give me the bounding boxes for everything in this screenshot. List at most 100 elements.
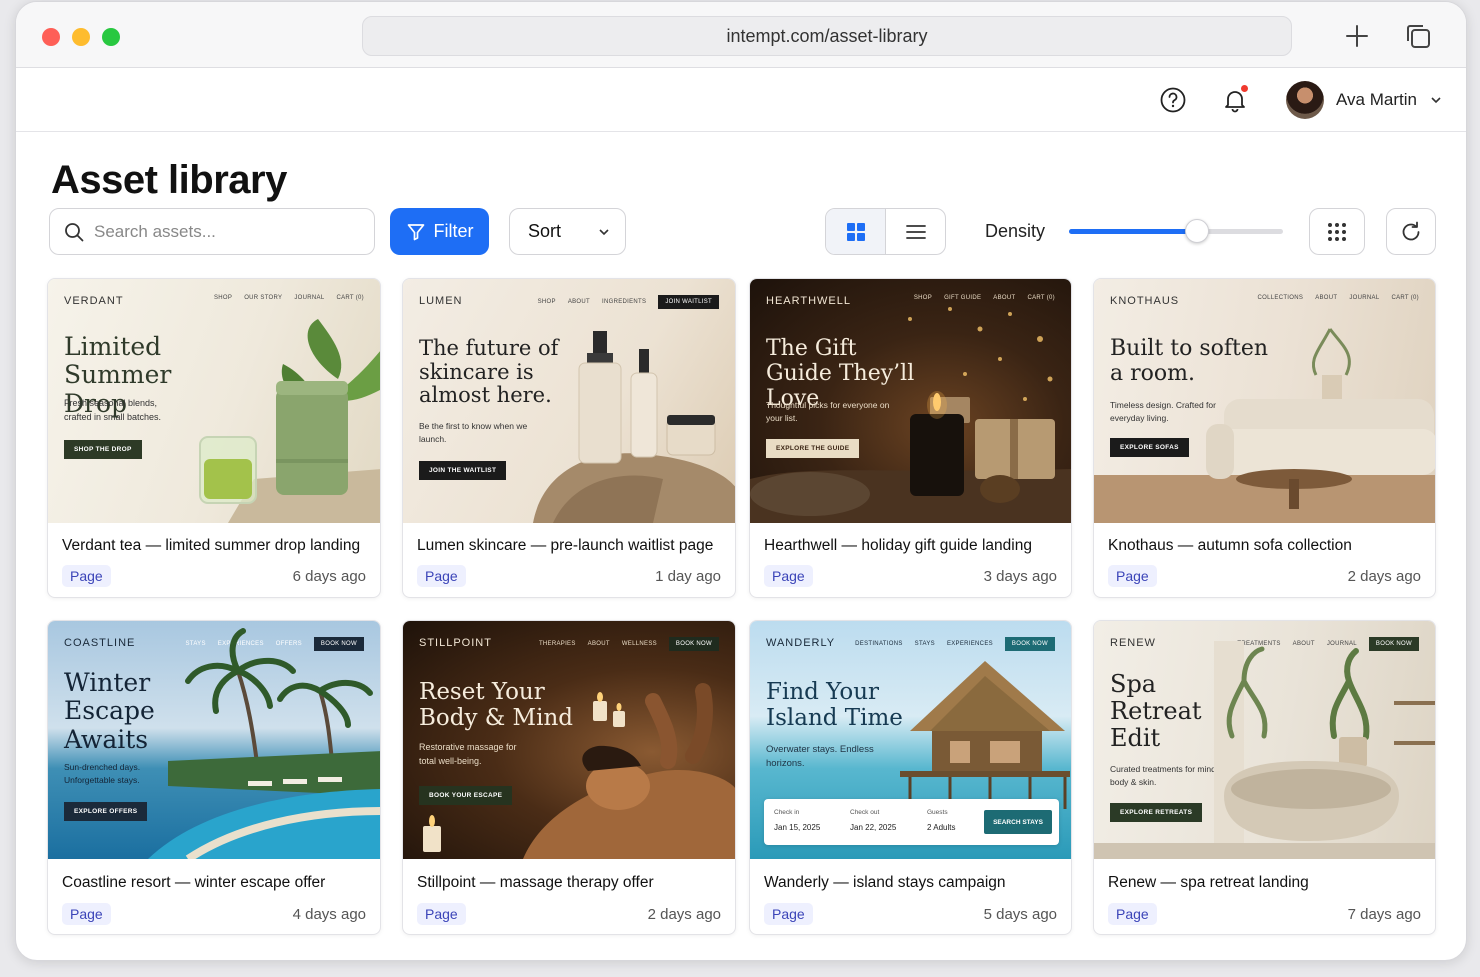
app-header: Ava Martin (16, 68, 1466, 132)
maximize-window-button[interactable] (102, 28, 120, 46)
chevron-down-icon (1431, 97, 1441, 104)
refresh-button[interactable] (1386, 208, 1436, 255)
preview-nav: SHOP OUR STORY JOURNAL CART (0) (214, 295, 364, 301)
dots-grid-icon (1328, 222, 1346, 241)
asset-modified-time: 3 days ago (983, 567, 1057, 585)
asset-type-badge: Page (417, 903, 466, 925)
avatar (1286, 81, 1324, 119)
asset-modified-time: 2 days ago (1347, 567, 1421, 585)
asset-modified-time: 7 days ago (1347, 905, 1421, 923)
asset-type-badge: Page (1108, 903, 1157, 925)
preview-subtext: Overwater stays. Endless horizons. (766, 744, 874, 770)
skincare-product-illustration (533, 331, 735, 523)
user-name: Ava Martin (1336, 90, 1417, 109)
refresh-icon (1402, 221, 1420, 240)
preview-nav-item: DESTINATIONS (855, 641, 903, 647)
notifications-bell-icon[interactable] (1221, 84, 1249, 114)
search-input[interactable] (94, 221, 344, 242)
close-window-button[interactable] (42, 28, 60, 46)
asset-type-badge: Page (62, 565, 111, 587)
grid-view-button[interactable] (826, 209, 886, 254)
preview-nav-button: BOOK NOW (1004, 637, 1055, 651)
preview-cta: JOIN THE WAITLIST (419, 461, 507, 480)
asset-title: Lumen skincare — pre-launch waitlist pag… (417, 537, 714, 554)
preview-nav-item: STAYS (914, 641, 935, 647)
booking-guests-value: 2 Adults (927, 823, 956, 832)
asset-card-hearthwell[interactable]: HEARTHWELL SHOP GIFT GUIDE ABOUT CART (0) T… (749, 278, 1072, 598)
density-slider-fill (1069, 229, 1198, 234)
booking-checkout-label: Check out (850, 809, 880, 816)
notification-badge (1240, 84, 1249, 93)
overwater-bungalow-illustration (900, 661, 1070, 809)
user-menu[interactable]: Ava Martin (1286, 81, 1443, 119)
asset-title: Verdant tea — limited summer drop landin… (62, 537, 361, 554)
asset-modified-time: 4 days ago (292, 905, 366, 923)
browser-titlebar: intempt.com/asset-library (16, 2, 1466, 68)
spa-bath-illustration (1094, 641, 1435, 859)
search-box[interactable] (49, 208, 375, 255)
preview-nav-item: ABOUT (567, 299, 590, 305)
booking-checkin-value: Jan 15, 2025 (774, 823, 821, 832)
asset-modified-time: 2 days ago (647, 905, 721, 923)
apps-menu-button[interactable] (1309, 208, 1365, 255)
asset-type-badge: Page (62, 903, 111, 925)
asset-card-lumen[interactable]: LUMEN SHOP ABOUT INGREDIENTS JOIN WAITLIST… (402, 278, 736, 598)
asset-preview: COASTLINE STAYS EXPERIENCES OFFERS BOOK NO… (48, 621, 380, 859)
sort-dropdown[interactable]: Sort (509, 208, 626, 255)
preview-nav: DESTINATIONS STAYS EXPERIENCES BOOK NOW (855, 637, 1055, 651)
asset-title: Knothaus — autumn sofa collection (1108, 537, 1352, 554)
tea-product-illustration (199, 319, 380, 523)
asset-card-stillpoint[interactable]: STILLPOINT THERAPIES ABOUT WELLNESS BOOK N… (402, 620, 736, 935)
asset-card-renew[interactable]: RENEW TREATMENTS ABOUT JOURNAL BOOK NOW Sp… (1093, 620, 1436, 935)
booking-checkout-value: Jan 22, 2025 (850, 823, 897, 832)
filter-button[interactable]: Filter (390, 208, 489, 255)
preview-nav-item: CART (0) (336, 295, 364, 301)
filter-icon (407, 223, 424, 240)
asset-title: Stillpoint — massage therapy offer (417, 874, 654, 891)
asset-modified-time: 6 days ago (292, 567, 366, 585)
preview-brand: LUMEN (419, 295, 463, 307)
url-text: intempt.com/asset-library (726, 25, 928, 46)
preview-nav-item: JOURNAL (294, 295, 325, 301)
new-tab-icon[interactable] (1343, 22, 1371, 50)
preview-booking-widget: Check in Jan 15, 2025 Check out Jan 22, … (764, 799, 1059, 845)
asset-preview: VERDANT SHOP OUR STORY JOURNAL CART (0) Lim… (48, 279, 380, 523)
tropical-resort-illustration (148, 628, 380, 859)
asset-modified-time: 5 days ago (983, 905, 1057, 923)
preview-subtext: Be the first to know when we launch. (419, 421, 528, 444)
preview-nav-button: JOIN WAITLIST (658, 295, 719, 309)
density-slider-handle[interactable] (1185, 219, 1210, 243)
chevron-down-icon (599, 228, 609, 235)
help-icon[interactable] (1159, 86, 1187, 114)
asset-preview: LUMEN SHOP ABOUT INGREDIENTS JOIN WAITLIST… (403, 279, 735, 523)
page-title: Asset library (51, 158, 287, 202)
preview-nav: SHOP ABOUT INGREDIENTS JOIN WAITLIST (538, 295, 719, 309)
candle-gift-illustration (750, 307, 1071, 523)
preview-nav-item: SHOP (213, 295, 233, 301)
booking-search-button: SEARCH STAYS (984, 810, 1052, 834)
tabs-overview-icon[interactable] (1404, 22, 1432, 50)
asset-title: Wanderly — island stays campaign (764, 874, 1006, 891)
sort-label: Sort (528, 221, 562, 241)
address-bar[interactable]: intempt.com/asset-library (362, 16, 1292, 56)
asset-modified-time: 1 day ago (655, 567, 721, 585)
asset-card-knothaus[interactable]: KNOTHAUS COLLECTIONS ABOUT JOURNAL CART (0)… (1093, 278, 1436, 598)
density-slider[interactable] (1069, 219, 1283, 243)
list-view-button[interactable] (886, 209, 945, 254)
minimize-window-button[interactable] (72, 28, 90, 46)
asset-card-coastline[interactable]: COASTLINE STAYS EXPERIENCES OFFERS BOOK NO… (47, 620, 381, 935)
asset-preview: WANDERLY DESTINATIONS STAYS EXPERIENCES BO… (750, 621, 1071, 859)
preview-cta: SHOP THE DROP (64, 440, 142, 459)
filter-label: Filter (433, 221, 474, 241)
asset-preview: RENEW TREATMENTS ABOUT JOURNAL BOOK NOW Sp… (1094, 621, 1435, 859)
browser-window: intempt.com/asset-library Ava Martin Ass… (15, 1, 1467, 961)
asset-card-verdant[interactable]: VERDANT SHOP OUR STORY JOURNAL CART (0) Lim… (47, 278, 381, 598)
asset-preview: KNOTHAUS COLLECTIONS ABOUT JOURNAL CART (0)… (1094, 279, 1435, 523)
massage-illustration (423, 683, 735, 859)
preview-brand: WANDERLY (766, 637, 836, 649)
asset-preview: HEARTHWELL SHOP GIFT GUIDE ABOUT CART (0) T… (750, 279, 1071, 523)
list-view-icon (905, 224, 926, 239)
preview-nav-item: INGREDIENTS (602, 299, 647, 305)
asset-card-wanderly[interactable]: WANDERLY DESTINATIONS STAYS EXPERIENCES BO… (749, 620, 1072, 935)
density-label: Density (985, 221, 1046, 241)
